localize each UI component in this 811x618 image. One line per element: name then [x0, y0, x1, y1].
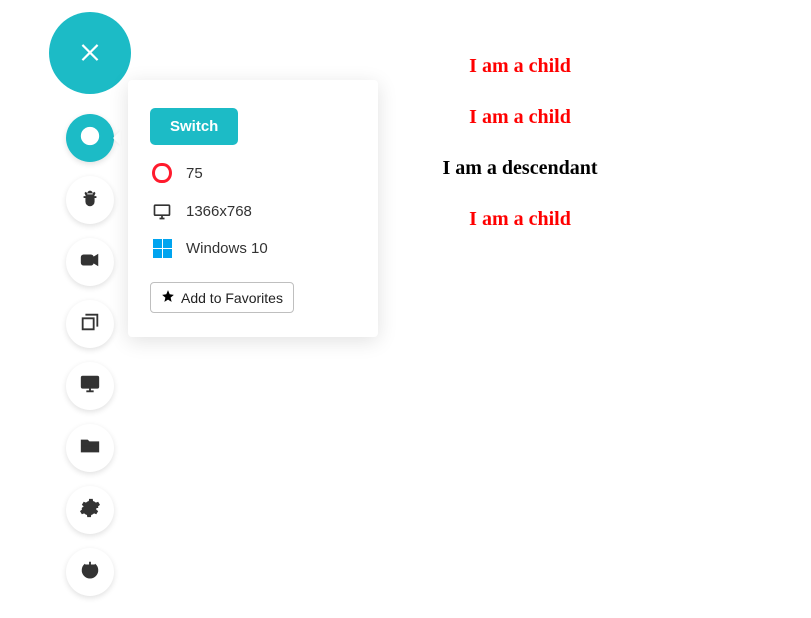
- add-to-favorites-button[interactable]: Add to Favorites: [150, 282, 294, 313]
- content-line-2: I am a child: [390, 106, 650, 129]
- os-row: Windows 10: [150, 239, 356, 258]
- sidebar: [46, 12, 134, 610]
- os-label: Windows 10: [186, 240, 268, 257]
- sidebar-item-power[interactable]: [66, 548, 114, 596]
- switch-button[interactable]: Switch: [150, 108, 238, 145]
- browser-row: 75: [150, 163, 356, 183]
- resolution-label: 1366x768: [186, 203, 252, 220]
- bug-icon: [79, 187, 101, 214]
- sidebar-item-screenshots[interactable]: [66, 300, 114, 348]
- switch-panel: Switch 75 1366x768 Windows 10 Add to Fav…: [128, 80, 378, 337]
- sidebar-item-switch[interactable]: [66, 114, 114, 162]
- resolution-row: 1366x768: [150, 201, 356, 221]
- sidebar-item-record[interactable]: [66, 238, 114, 286]
- video-camera-icon: [79, 249, 101, 276]
- power-icon: [79, 559, 101, 586]
- sidebar-item-files[interactable]: [66, 424, 114, 472]
- windows-icon: [150, 239, 174, 258]
- gear-icon: [79, 497, 101, 524]
- sidebar-item-bug[interactable]: [66, 176, 114, 224]
- content-line-1: I am a child: [390, 55, 650, 78]
- star-icon: [161, 289, 175, 306]
- close-icon: [77, 38, 103, 69]
- content-line-3: I am a descendant: [390, 157, 650, 180]
- images-icon: [79, 311, 101, 338]
- browser-version-label: 75: [186, 165, 203, 182]
- close-button[interactable]: [49, 12, 131, 94]
- monitor-small-icon: [150, 201, 174, 221]
- favorites-label: Add to Favorites: [181, 290, 283, 306]
- demo-content: I am a child I am a child I am a descend…: [390, 55, 650, 259]
- folder-icon: [79, 435, 101, 462]
- sidebar-item-settings[interactable]: [66, 486, 114, 534]
- content-line-4: I am a child: [390, 208, 650, 231]
- opera-icon: [150, 163, 174, 183]
- switch-icon: [79, 125, 101, 152]
- monitor-icon: [79, 373, 101, 400]
- sidebar-item-display[interactable]: [66, 362, 114, 410]
